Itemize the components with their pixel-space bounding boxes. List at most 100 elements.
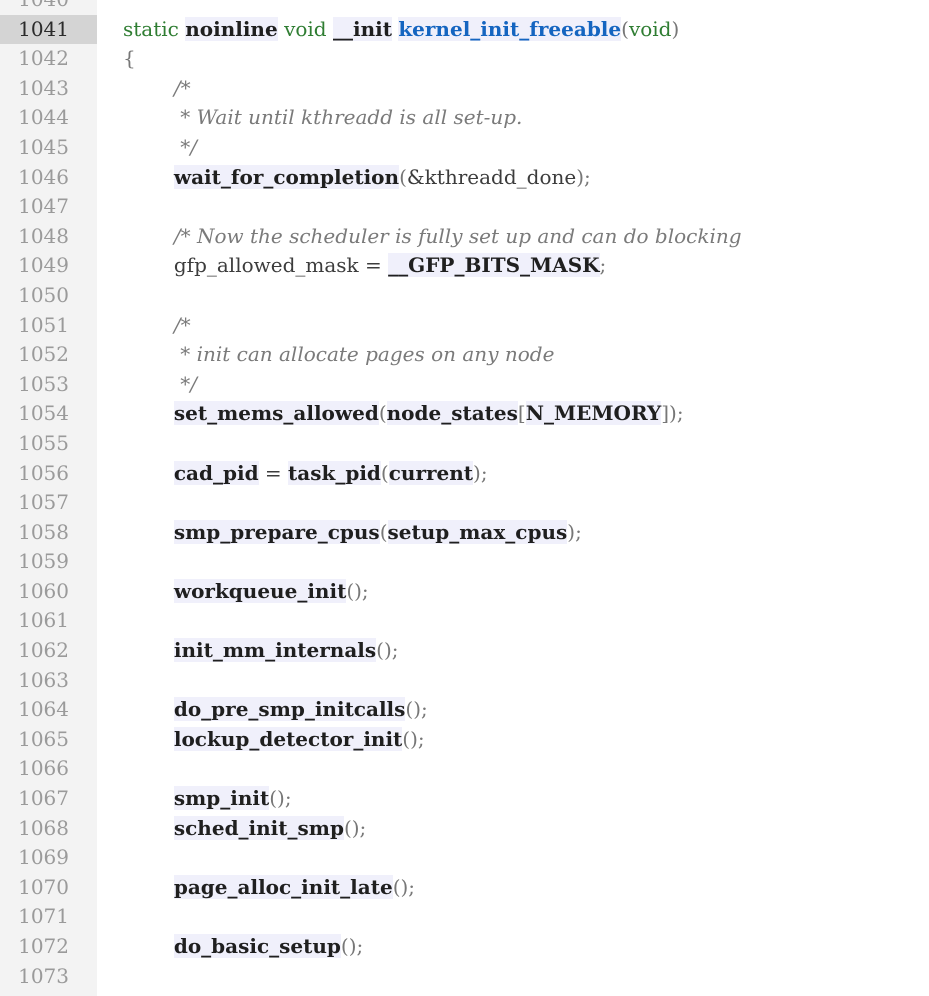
code-token: );: [473, 460, 488, 485]
code-line: 1052 * init can allocate pages on any no…: [0, 340, 929, 370]
code-token[interactable]: kernel_init_freeable: [398, 16, 622, 41]
code-token: ();: [405, 697, 428, 722]
line-number[interactable]: 1058: [0, 518, 97, 548]
code-token: (: [621, 16, 629, 41]
code-token[interactable]: smp_prepare_cpus: [173, 519, 380, 544]
code-line: 1061: [0, 606, 929, 636]
line-number[interactable]: 1068: [0, 814, 97, 844]
code-token[interactable]: do_basic_setup: [173, 934, 341, 958]
code-token[interactable]: sched_init_smp: [173, 815, 344, 840]
line-number[interactable]: 1057: [0, 488, 97, 518]
code-token[interactable]: node_states: [386, 401, 518, 426]
line-number[interactable]: 1050: [0, 281, 97, 311]
line-code: /*: [123, 74, 191, 104]
code-token: * init can allocate pages on any node: [173, 342, 555, 367]
code-line: 1060 workqueue_init();: [0, 577, 929, 607]
code-token[interactable]: noinline: [185, 16, 278, 41]
code-token[interactable]: lockup_detector_init: [173, 726, 403, 751]
code-token: ();: [392, 874, 416, 899]
code-line: 1043 /*: [0, 74, 929, 104]
line-number[interactable]: 1071: [0, 902, 97, 932]
code-token: );: [576, 164, 591, 189]
code-token: * Wait until kthreadd is all set-up.: [173, 105, 523, 130]
line-number[interactable]: 1064: [0, 695, 97, 725]
line-number[interactable]: 1049: [0, 251, 97, 281]
line-number[interactable]: 1072: [0, 932, 97, 962]
line-number[interactable]: 1051: [0, 311, 97, 341]
code-token[interactable]: cad_pid: [173, 460, 259, 485]
line-number[interactable]: 1059: [0, 547, 97, 577]
line-number[interactable]: 1053: [0, 370, 97, 400]
line-number[interactable]: 1043: [0, 74, 97, 104]
code-token: (: [378, 401, 387, 426]
line-code: page_alloc_init_late();: [123, 873, 415, 903]
code-line: 1045 */: [0, 133, 929, 163]
code-token[interactable]: setup_max_cpus: [387, 519, 568, 544]
line-code: smp_init();: [123, 784, 292, 814]
line-number[interactable]: 1067: [0, 784, 97, 814]
code-token[interactable]: __GFP_BITS_MASK: [388, 253, 600, 278]
code-token: /*: [173, 75, 191, 100]
code-token[interactable]: smp_init: [173, 786, 270, 811]
line-number[interactable]: 1060: [0, 577, 97, 607]
code-token[interactable]: set_mems_allowed: [173, 401, 379, 426]
code-token[interactable]: init_mm_internals: [173, 638, 377, 663]
code-line: 1049 gfp_allowed_mask = __GFP_BITS_MASK;: [0, 251, 929, 281]
code-token: void: [628, 16, 672, 41]
code-token[interactable]: task_pid: [288, 460, 381, 485]
line-number[interactable]: 1073: [0, 962, 97, 992]
line-code: * Wait until kthreadd is all set-up.: [123, 103, 522, 133]
code-line: 1063: [0, 666, 929, 696]
line-code: smp_prepare_cpus(setup_max_cpus);: [123, 518, 582, 548]
line-number[interactable]: 1070: [0, 873, 97, 903]
line-number[interactable]: 1042: [0, 44, 97, 74]
code-token: (: [399, 164, 407, 189]
line-number[interactable]: 1046: [0, 163, 97, 193]
line-number[interactable]: 1069: [0, 843, 97, 873]
code-token[interactable]: __init: [332, 16, 392, 41]
code-token: [: [517, 401, 526, 426]
code-token: (: [379, 519, 388, 544]
line-number[interactable]: 1056: [0, 459, 97, 489]
line-number[interactable]: 1047: [0, 192, 97, 222]
code-token: &kthreadd_done: [406, 164, 577, 189]
line-number[interactable]: 1054: [0, 399, 97, 429]
line-number[interactable]: 1065: [0, 725, 97, 755]
code-token[interactable]: do_pre_smp_initcalls: [173, 697, 406, 722]
line-number[interactable]: 1044: [0, 103, 97, 133]
code-token[interactable]: workqueue_init: [173, 578, 347, 603]
line-number[interactable]: 1062: [0, 636, 97, 666]
line-code: set_mems_allowed(node_states[N_MEMORY]);: [123, 399, 684, 429]
code-token[interactable]: page_alloc_init_late: [173, 874, 393, 899]
code-lines: 10401041 static noinline void __init kern…: [0, 0, 929, 991]
line-number[interactable]: 1045: [0, 133, 97, 163]
code-token: /* Now the scheduler is fully set up and…: [173, 223, 742, 248]
line-number[interactable]: 1066: [0, 754, 97, 784]
line-number[interactable]: 1048: [0, 222, 97, 252]
code-line: 1053 */: [0, 370, 929, 400]
code-line: 1068 sched_init_smp();: [0, 814, 929, 844]
line-number[interactable]: 1040: [0, 0, 97, 15]
code-token[interactable]: N_MEMORY: [525, 401, 662, 426]
line-number[interactable]: 1061: [0, 606, 97, 636]
line-code: do_pre_smp_initcalls();: [123, 695, 428, 725]
code-viewer: 10401041 static noinline void __init kern…: [0, 0, 929, 996]
line-number[interactable]: 1052: [0, 340, 97, 370]
line-number[interactable]: 1041: [0, 14, 97, 45]
code-token: ;: [599, 253, 607, 278]
code-token[interactable]: wait_for_completion: [173, 164, 400, 189]
code-line: 1058 smp_prepare_cpus(setup_max_cpus);: [0, 518, 929, 548]
code-line: 1055: [0, 429, 929, 459]
line-number[interactable]: 1055: [0, 429, 97, 459]
code-line: 1041 static noinline void __init kernel_i…: [0, 14, 929, 45]
code-token[interactable]: current: [388, 460, 474, 485]
line-number[interactable]: 1063: [0, 666, 97, 696]
